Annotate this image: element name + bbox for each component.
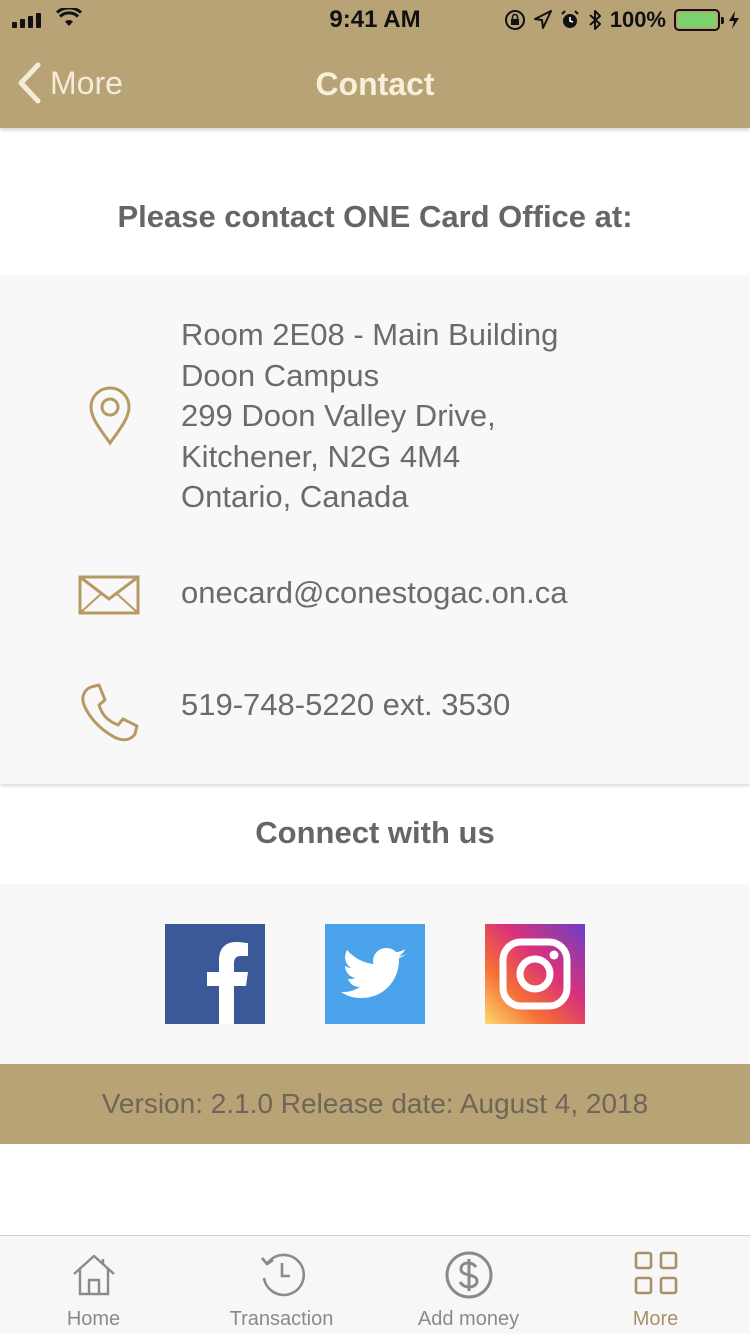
location-pin-icon <box>89 386 131 446</box>
twitter-icon[interactable] <box>325 924 425 1024</box>
dollar-icon <box>445 1251 492 1299</box>
address-line: 299 Doon Valley Drive, <box>181 398 496 433</box>
address-line: Doon Campus <box>181 357 380 393</box>
address-text: Room 2E08 - Main Building Doon Campus 29… <box>181 315 558 518</box>
history-icon <box>260 1253 305 1297</box>
charging-icon <box>729 11 739 29</box>
tab-label: More <box>632 1308 679 1330</box>
social-links <box>0 884 750 1064</box>
grid-icon <box>634 1251 677 1295</box>
battery-icon <box>674 9 724 31</box>
address-line: Kitchener, N2G 4M4 <box>181 438 461 474</box>
tab-label: Transaction <box>229 1308 334 1330</box>
tab-transaction[interactable]: Transaction <box>188 1236 375 1334</box>
top-bar: 9:41 AM 100% More Contact <box>0 0 750 128</box>
tab-bar: Home Transaction Add money More <box>0 1235 750 1334</box>
nav-bar: More Contact <box>0 40 750 128</box>
contact-card: Room 2E08 - Main Building Doon Campus 29… <box>0 275 750 784</box>
tab-add-money[interactable]: Add money <box>375 1236 562 1334</box>
instagram-icon[interactable] <box>485 924 585 1024</box>
address-line: Ontario, Canada <box>181 479 409 514</box>
home-icon <box>72 1254 115 1296</box>
facebook-icon[interactable] <box>165 924 265 1024</box>
tab-label: Add money <box>417 1308 520 1330</box>
battery-percent: 100% <box>609 7 666 32</box>
alarm-icon <box>561 10 579 28</box>
location-icon <box>533 10 552 29</box>
tab-more[interactable]: More <box>562 1236 749 1334</box>
email-link[interactable]: onecard@conestogac.on.ca <box>181 573 568 614</box>
status-bar: 9:41 AM 100% <box>0 0 750 40</box>
phone-link[interactable]: 519-748-5220 ext. 3530 <box>181 685 510 726</box>
connect-heading: Connect with us <box>255 815 495 850</box>
version-banner: Version: 2.1.0 Release date: August 4, 2… <box>0 1064 750 1144</box>
address-line: Room 2E08 - Main Building <box>181 317 559 352</box>
page-title: Contact <box>315 66 435 102</box>
status-right: 100% <box>504 7 740 33</box>
bluetooth-icon <box>589 10 601 30</box>
contact-heading: Please contact ONE Card Office at: <box>117 199 633 234</box>
mail-icon <box>78 575 140 615</box>
phone-icon <box>81 683 139 742</box>
tab-label: Home <box>66 1308 121 1330</box>
tab-home[interactable]: Home <box>0 1236 187 1334</box>
orientation-lock-icon <box>504 10 525 30</box>
